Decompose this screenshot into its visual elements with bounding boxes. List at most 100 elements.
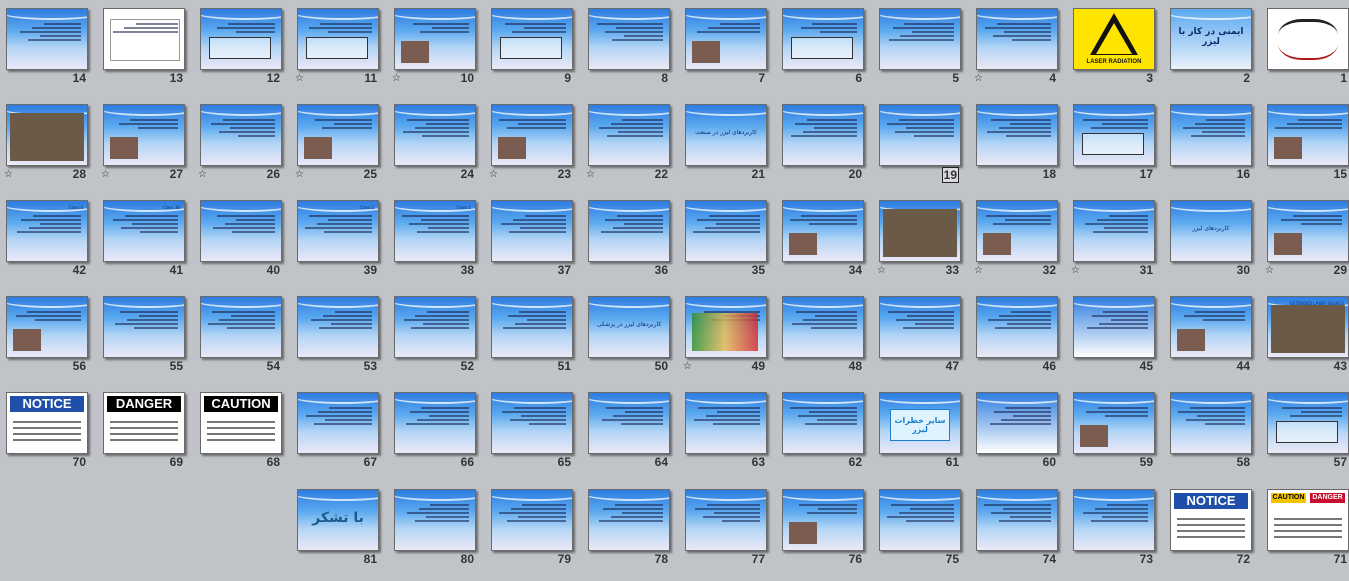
slide-thumbnail-cell[interactable]: Class 2 39 bbox=[292, 195, 389, 292]
slide-thumbnail[interactable] bbox=[394, 296, 476, 358]
slide-thumbnail[interactable] bbox=[588, 489, 670, 551]
slide-thumbnail[interactable] bbox=[588, 392, 670, 454]
slide-thumbnail[interactable] bbox=[976, 104, 1058, 166]
slide-thumbnail-cell[interactable]: 19 bbox=[874, 99, 971, 196]
slide-thumbnail[interactable] bbox=[103, 296, 185, 358]
slide-thumbnail[interactable]: ایمنی در کار با لیزر bbox=[1170, 8, 1252, 70]
slide-thumbnail-cell[interactable]: 18 bbox=[971, 99, 1068, 196]
slide-thumbnail[interactable] bbox=[297, 104, 379, 166]
slide-thumbnail-cell[interactable]: کاربردهای لیزر در صنعت 21 bbox=[680, 99, 777, 196]
slide-thumbnail[interactable] bbox=[782, 104, 864, 166]
slide-thumbnail-cell[interactable]: ☆ 31 bbox=[1068, 195, 1165, 292]
slide-thumbnail[interactable]: DANGER CAUTION bbox=[1267, 489, 1349, 551]
slide-thumbnail-cell[interactable]: 75 bbox=[874, 484, 971, 581]
slide-thumbnail[interactable] bbox=[976, 489, 1058, 551]
slide-thumbnail[interactable] bbox=[200, 8, 282, 70]
slide-thumbnail[interactable] bbox=[1170, 104, 1252, 166]
slide-thumbnail-cell[interactable]: EXTENDED LASER SOURCE 43 bbox=[1262, 291, 1349, 388]
transition-star-icon[interactable]: ☆ bbox=[974, 266, 983, 276]
slide-thumbnail-cell[interactable]: 52 bbox=[389, 291, 486, 388]
transition-star-icon[interactable]: ☆ bbox=[392, 74, 401, 84]
slide-thumbnail[interactable] bbox=[1170, 296, 1252, 358]
transition-star-icon[interactable]: ☆ bbox=[295, 170, 304, 180]
slide-thumbnail-cell[interactable]: 53 bbox=[292, 291, 389, 388]
slide-thumbnail[interactable] bbox=[879, 489, 961, 551]
slide-thumbnail[interactable] bbox=[879, 296, 961, 358]
slide-thumbnail-cell[interactable]: LASER RADIATION 3 bbox=[1068, 3, 1165, 100]
slide-thumbnail[interactable] bbox=[588, 200, 670, 262]
slide-thumbnail[interactable] bbox=[1267, 8, 1349, 70]
slide-thumbnail-cell[interactable]: 63 bbox=[680, 387, 777, 484]
slide-thumbnail[interactable] bbox=[491, 392, 573, 454]
slide-thumbnail-cell[interactable]: ☆ 22 bbox=[583, 99, 680, 196]
slide-thumbnail[interactable] bbox=[6, 104, 88, 166]
slide-thumbnail[interactable]: CAUTION bbox=[200, 392, 282, 454]
slide-thumbnail[interactable] bbox=[394, 8, 476, 70]
slide-thumbnail[interactable] bbox=[976, 8, 1058, 70]
slide-thumbnail-cell[interactable]: ☆ 27 bbox=[98, 99, 195, 196]
slide-thumbnail[interactable] bbox=[782, 489, 864, 551]
slide-thumbnail[interactable] bbox=[976, 296, 1058, 358]
slide-thumbnail[interactable] bbox=[782, 200, 864, 262]
slide-thumbnail-cell[interactable]: 51 bbox=[486, 291, 583, 388]
slide-thumbnail-cell[interactable]: 12 bbox=[195, 3, 292, 100]
slide-thumbnail[interactable] bbox=[782, 8, 864, 70]
slide-thumbnail[interactable] bbox=[1073, 104, 1155, 166]
slide-thumbnail[interactable] bbox=[1267, 104, 1349, 166]
slide-thumbnail-cell[interactable]: 56 bbox=[1, 291, 98, 388]
transition-star-icon[interactable]: ☆ bbox=[974, 74, 983, 84]
slide-thumbnail-cell[interactable]: کاربردهای لیزر 30 bbox=[1165, 195, 1262, 292]
slide-thumbnail[interactable] bbox=[103, 8, 185, 70]
slide-thumbnail[interactable] bbox=[1267, 200, 1349, 262]
slide-thumbnail-cell[interactable]: 36 bbox=[583, 195, 680, 292]
slide-thumbnail-cell[interactable]: 5 bbox=[874, 3, 971, 100]
slide-thumbnail[interactable] bbox=[103, 104, 185, 166]
slide-thumbnail[interactable]: EXTENDED LASER SOURCE bbox=[1267, 296, 1349, 358]
slide-thumbnail[interactable] bbox=[297, 8, 379, 70]
slide-thumbnail-cell[interactable]: 34 bbox=[777, 195, 874, 292]
slide-thumbnail-cell[interactable]: 8 bbox=[583, 3, 680, 100]
transition-star-icon[interactable]: ☆ bbox=[1071, 266, 1080, 276]
slide-thumbnail-cell[interactable]: 74 bbox=[971, 484, 1068, 581]
slide-thumbnail-cell[interactable]: 20 bbox=[777, 99, 874, 196]
slide-thumbnail-cell[interactable]: ایمنی در کار با لیزر 2 bbox=[1165, 3, 1262, 100]
slide-thumbnail[interactable] bbox=[782, 392, 864, 454]
slide-thumbnail-cell[interactable]: NOTICE 72 bbox=[1165, 484, 1262, 581]
slide-thumbnail-cell[interactable]: 58 bbox=[1165, 387, 1262, 484]
slide-thumbnail-cell[interactable]: 54 bbox=[195, 291, 292, 388]
slide-thumbnail-cell[interactable]: 6 bbox=[777, 3, 874, 100]
slide-thumbnail[interactable] bbox=[1170, 392, 1252, 454]
slide-thumbnail[interactable] bbox=[879, 8, 961, 70]
slide-thumbnail[interactable] bbox=[879, 200, 961, 262]
slide-thumbnail-cell[interactable]: 37 bbox=[486, 195, 583, 292]
slide-thumbnail-cell[interactable]: 35 bbox=[680, 195, 777, 292]
slide-thumbnail[interactable]: Class 4 bbox=[6, 200, 88, 262]
slide-thumbnail-cell[interactable]: Class 3B 41 bbox=[98, 195, 195, 292]
slide-thumbnail-cell[interactable]: 80 bbox=[389, 484, 486, 581]
slide-thumbnail-cell[interactable]: ☆ 28 bbox=[1, 99, 98, 196]
slide-thumbnail[interactable]: Class 3B bbox=[103, 200, 185, 262]
slide-thumbnail-cell[interactable]: 1 bbox=[1262, 3, 1349, 100]
slide-thumbnail[interactable]: کاربردهای لیزر در پزشکی bbox=[588, 296, 670, 358]
slide-thumbnail[interactable]: کاربردهای لیزر bbox=[1170, 200, 1252, 262]
slide-thumbnail-cell[interactable]: ☆ 49 bbox=[680, 291, 777, 388]
slide-thumbnail[interactable] bbox=[394, 104, 476, 166]
slide-thumbnail-cell[interactable]: 78 bbox=[583, 484, 680, 581]
slide-thumbnail[interactable] bbox=[685, 8, 767, 70]
slide-thumbnail-cell[interactable]: 64 bbox=[583, 387, 680, 484]
slide-thumbnail-cell[interactable]: 14 bbox=[1, 3, 98, 100]
slide-thumbnail-cell[interactable]: 55 bbox=[98, 291, 195, 388]
slide-thumbnail[interactable] bbox=[6, 296, 88, 358]
slide-thumbnail[interactable] bbox=[1073, 489, 1155, 551]
slide-thumbnail-cell[interactable]: 9 bbox=[486, 3, 583, 100]
slide-thumbnail[interactable] bbox=[879, 104, 961, 166]
slide-thumbnail[interactable] bbox=[976, 392, 1058, 454]
transition-star-icon[interactable]: ☆ bbox=[586, 170, 595, 180]
slide-thumbnail-cell[interactable]: DANGER CAUTION 71 bbox=[1262, 484, 1349, 581]
slide-thumbnail[interactable]: DANGER bbox=[103, 392, 185, 454]
slide-thumbnail[interactable] bbox=[1267, 392, 1349, 454]
slide-thumbnail[interactable] bbox=[491, 489, 573, 551]
slide-thumbnail[interactable]: Class 1 bbox=[394, 200, 476, 262]
slide-thumbnail[interactable] bbox=[1073, 200, 1155, 262]
slide-thumbnail-cell[interactable]: ☆ 4 bbox=[971, 3, 1068, 100]
